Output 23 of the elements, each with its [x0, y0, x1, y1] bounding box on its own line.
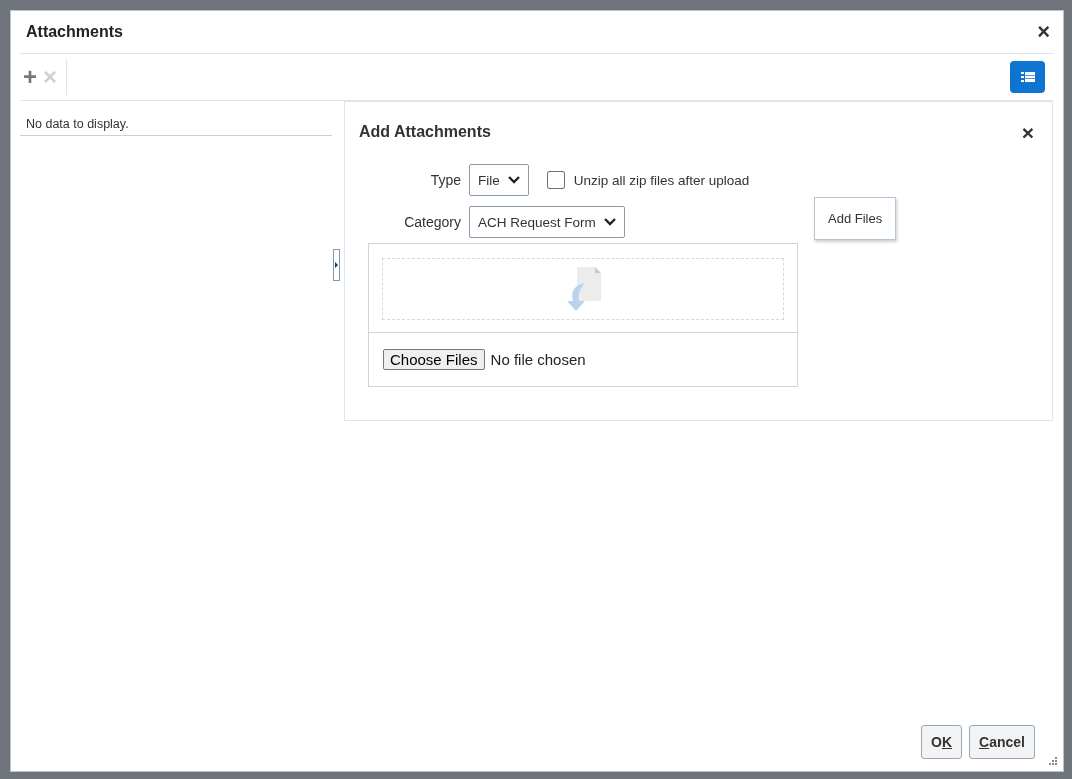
- list-icon: [1020, 72, 1035, 82]
- close-button[interactable]: ×: [1017, 121, 1038, 143]
- file-status: No file chosen: [490, 351, 586, 368]
- ok-button[interactable]: OK: [921, 725, 963, 759]
- add-button[interactable]: +: [20, 65, 40, 89]
- splitter-handle[interactable]: [333, 249, 340, 281]
- type-label: Type: [429, 172, 461, 188]
- chevron-down-icon: [507, 176, 520, 184]
- category-select[interactable]: ACH Request Form: [469, 206, 625, 238]
- type-select[interactable]: File: [469, 164, 529, 196]
- unzip-checkbox[interactable]: [546, 171, 565, 189]
- window-title: Attachments: [25, 23, 124, 41]
- resize-grip-icon: [1049, 757, 1057, 765]
- choose-files-button[interactable]: Choose Files: [383, 349, 485, 370]
- category-label: Category: [403, 214, 461, 230]
- cancel-button[interactable]: Cancel: [969, 725, 1035, 759]
- empty-message: No data to display.: [20, 103, 332, 136]
- chevron-down-icon: [603, 218, 616, 226]
- unzip-label: Unzip all zip files after upload: [573, 172, 750, 188]
- close-button[interactable]: ×: [1033, 21, 1054, 43]
- panel-title: Add Attachments: [359, 123, 492, 141]
- list-view-button[interactable]: [1010, 61, 1045, 93]
- tooltip: Add Files: [814, 197, 897, 240]
